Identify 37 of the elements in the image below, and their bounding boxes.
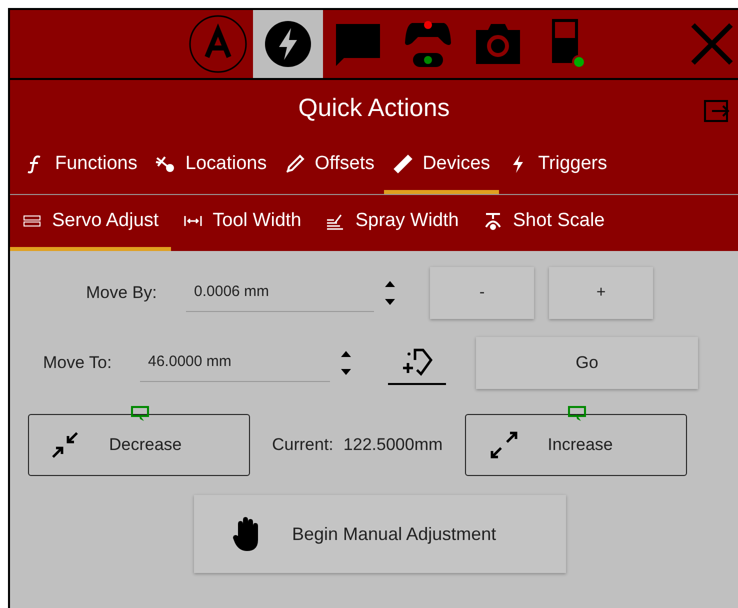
spinner-arrows-icon — [384, 279, 396, 307]
close-icon — [690, 22, 734, 66]
pen-icon — [284, 154, 305, 174]
manual-adjustment-button[interactable]: Begin Manual Adjustment — [194, 495, 566, 573]
exit-button[interactable] — [704, 100, 730, 122]
tag-plus-icon — [401, 346, 433, 378]
monitor-icon — [568, 406, 586, 422]
expand-icon — [490, 431, 518, 459]
increase-button[interactable]: Increase — [464, 414, 687, 476]
current-label: Current: — [272, 434, 334, 456]
current-value: 122.5000mm — [343, 434, 443, 456]
monitor-icon — [131, 406, 149, 422]
exit-icon — [704, 100, 730, 122]
ruler-icon — [392, 154, 413, 174]
tab[interactable]: Triggers — [499, 138, 616, 194]
input-field[interactable]: 0.0006 mm — [186, 274, 374, 312]
tab[interactable]: Offsets — [276, 138, 384, 194]
toolbar-button[interactable] — [253, 10, 323, 78]
subtab[interactable]: Shot Scale — [470, 195, 617, 251]
letter-circle-icon — [187, 13, 249, 75]
spinner-arrows-icon — [340, 349, 352, 377]
lightning-icon — [264, 20, 312, 68]
subtab[interactable]: Spray Width — [313, 195, 471, 251]
tab[interactable]: Functions — [16, 138, 146, 194]
input-field[interactable]: 46.0000 mm — [140, 344, 330, 382]
field-label: Move To: — [43, 352, 113, 374]
subtab[interactable]: Tool Width — [170, 195, 314, 251]
minus-button[interactable]: - — [430, 267, 534, 319]
tab[interactable]: Locations — [146, 138, 276, 194]
collapse-icon — [51, 431, 79, 459]
plane-pin-icon — [155, 154, 176, 174]
decrease-button[interactable]: Decrease — [28, 414, 250, 476]
plus-button[interactable]: + — [549, 267, 653, 319]
scale-icon — [482, 211, 503, 231]
go-button[interactable]: Go — [476, 337, 698, 389]
field-label: Move By: — [86, 282, 158, 304]
panel-title: Quick Actions — [298, 93, 450, 124]
